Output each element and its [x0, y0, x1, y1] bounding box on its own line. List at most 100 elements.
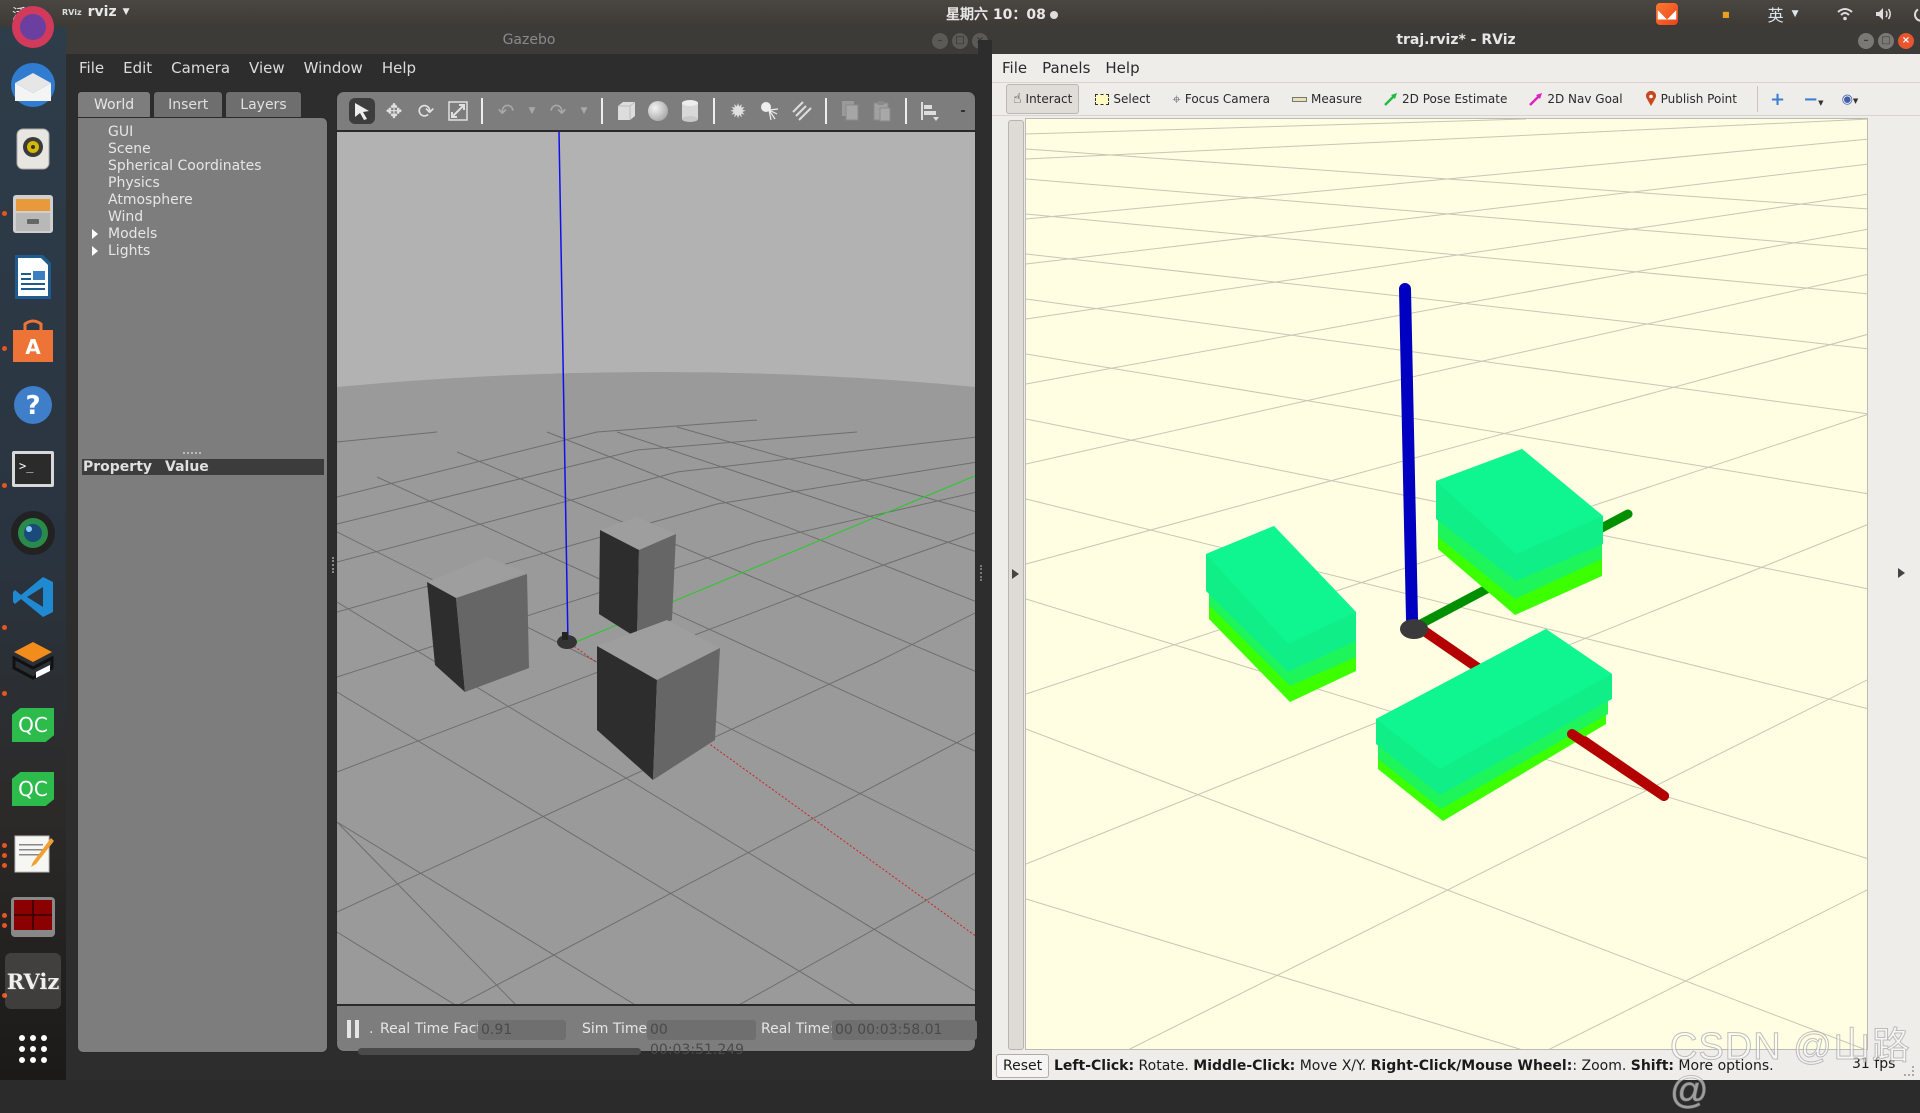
eye-icon[interactable]: ◉▼ — [1842, 92, 1859, 107]
menu-panels[interactable]: Panels — [1042, 59, 1090, 77]
menu-view[interactable]: View — [249, 59, 285, 77]
sunlogin-icon[interactable]: ◣◢ — [1656, 3, 1678, 25]
left-dock-collapsed[interactable] — [1008, 120, 1024, 1050]
tool-publish-point[interactable]: Publish Point — [1639, 84, 1743, 114]
select-arrow-icon[interactable] — [349, 98, 375, 124]
toolbar-overflow[interactable] — [961, 110, 965, 112]
rviz-3d-viewport[interactable] — [1025, 118, 1868, 1050]
step-button[interactable]: . — [369, 1021, 373, 1037]
dock-item-thunderbird[interactable] — [9, 61, 57, 109]
minimize-button[interactable]: – — [932, 33, 948, 49]
tool-2d-pose-estimate[interactable]: 2D Pose Estimate — [1378, 84, 1513, 114]
panel-splitter[interactable] — [332, 557, 335, 573]
menu-help[interactable]: Help — [382, 59, 416, 77]
sphere-icon[interactable] — [645, 98, 671, 124]
app-menu[interactable]: RViz rviz ▼ — [62, 4, 130, 20]
clock[interactable]: 星期六 10：08 — [946, 4, 1058, 24]
tree-item-scene[interactable]: Scene — [86, 141, 262, 158]
undo-icon[interactable]: ↶ — [493, 98, 519, 124]
cylinder-icon[interactable] — [677, 98, 703, 124]
dock-item-software[interactable]: A — [9, 317, 57, 365]
hand-icon: ☝ — [1013, 91, 1022, 107]
tree-item-physics[interactable]: Physics — [86, 175, 262, 192]
tree-item-spherical-coordinates[interactable]: Spherical Coordinates — [86, 158, 262, 175]
box-icon[interactable] — [613, 98, 639, 124]
close-button[interactable]: × — [1898, 33, 1914, 49]
toolbar-separator — [825, 98, 827, 124]
tool-measure[interactable]: Measure — [1286, 84, 1368, 114]
tab-world[interactable]: World — [77, 91, 151, 118]
redo-icon[interactable]: ↷ — [545, 98, 571, 124]
menu-help[interactable]: Help — [1105, 59, 1139, 77]
dock-item-qtcreator[interactable]: QC — [9, 701, 57, 749]
menu-file[interactable]: File — [1002, 59, 1027, 77]
expand-right-panel-icon[interactable] — [1898, 568, 1905, 578]
dock-item-files[interactable] — [9, 189, 57, 237]
expand-arrow-icon[interactable] — [92, 246, 98, 256]
paste-icon[interactable] — [869, 98, 895, 124]
translate-icon[interactable]: ✥ — [381, 98, 407, 124]
reset-button[interactable]: Reset — [996, 1054, 1049, 1078]
input-method[interactable]: 英▼ — [1768, 3, 1799, 25]
tree-item-wind[interactable]: Wind — [86, 209, 262, 226]
copy-icon[interactable] — [837, 98, 863, 124]
dock-item-text-editor[interactable] — [9, 829, 57, 877]
dock-item-rviz[interactable]: RViz — [5, 953, 61, 1009]
tool-focus-camera[interactable]: ⌖ Focus Camera — [1166, 84, 1276, 114]
right-dock-collapsed[interactable] — [1870, 118, 1920, 1050]
world-tree: GUI Scene Spherical Coordinates Physics … — [86, 124, 262, 260]
tree-item-lights[interactable]: Lights — [86, 243, 262, 260]
tool-2d-nav-goal[interactable]: 2D Nav Goal — [1523, 84, 1628, 114]
undo-history-dropdown[interactable]: ▼ — [525, 98, 539, 124]
tree-item-models[interactable]: Models — [86, 226, 262, 243]
top-panel: 活动 RViz rviz ▼ 星期六 10：08 ◣◢ ■ 英▼ ▼ — [0, 0, 1920, 27]
menu-file[interactable]: File — [79, 59, 104, 77]
directional-light-icon[interactable] — [789, 98, 815, 124]
tree-item-atmosphere[interactable]: Atmosphere — [86, 192, 262, 209]
wifi-icon[interactable] — [1837, 3, 1853, 25]
dock-item-firefox[interactable] — [9, 3, 57, 51]
obstacle-marker-back — [1436, 449, 1603, 615]
dock-item-vscode[interactable] — [9, 573, 57, 621]
expand-left-panel-icon[interactable] — [1012, 569, 1019, 579]
splitter-handle[interactable] — [183, 452, 201, 454]
maximize-button[interactable]: □ — [952, 33, 968, 49]
dock-item-help[interactable]: ? — [9, 381, 57, 429]
menu-camera[interactable]: Camera — [171, 59, 230, 77]
help-key: Shift: — [1631, 1058, 1674, 1074]
dock-item-show-apps[interactable] — [9, 1025, 57, 1073]
rotate-icon[interactable]: ⟳ — [413, 98, 439, 124]
dock-item-cheese[interactable] — [9, 509, 57, 557]
scale-icon[interactable] — [445, 98, 471, 124]
point-light-icon[interactable]: ✹ — [725, 98, 751, 124]
dock-item-rhythmbox[interactable] — [9, 125, 57, 173]
menu-window[interactable]: Window — [304, 59, 363, 77]
dock-item-terminator[interactable] — [9, 893, 57, 941]
plus-icon[interactable]: + — [1770, 89, 1785, 110]
maximize-button[interactable]: □ — [1878, 33, 1894, 49]
dock-item-writer[interactable] — [9, 253, 57, 301]
align-icon[interactable] — [917, 98, 943, 124]
expand-arrow-icon[interactable] — [92, 229, 98, 239]
tool-select[interactable]: Select — [1089, 84, 1156, 114]
dock-item-gazebo[interactable] — [9, 637, 57, 685]
volume-icon[interactable] — [1875, 3, 1893, 25]
tab-layers[interactable]: Layers — [225, 91, 301, 118]
help-desc: : Zoom. — [1572, 1058, 1630, 1074]
gazebo-scene — [337, 132, 976, 1005]
dock-item-qtcreator[interactable]: QC — [9, 765, 57, 813]
gazebo-3d-viewport[interactable] — [336, 131, 976, 1005]
horizontal-scrollbar[interactable] — [358, 1048, 641, 1055]
tab-insert[interactable]: Insert — [153, 91, 223, 118]
pause-button[interactable] — [347, 1020, 361, 1038]
dock-item-terminal[interactable]: >_ — [9, 445, 57, 493]
gazebo-resize-handle[interactable] — [980, 565, 983, 581]
redo-history-dropdown[interactable]: ▼ — [577, 98, 591, 124]
minimize-button[interactable]: – — [1858, 33, 1874, 49]
power-icon[interactable] — [1913, 3, 1920, 25]
tool-interact[interactable]: ☝ Interact — [1006, 84, 1079, 114]
minus-icon[interactable]: −▼ — [1803, 89, 1823, 110]
spot-light-icon[interactable] — [757, 98, 783, 124]
tree-item-gui[interactable]: GUI — [86, 124, 262, 141]
menu-edit[interactable]: Edit — [123, 59, 152, 77]
